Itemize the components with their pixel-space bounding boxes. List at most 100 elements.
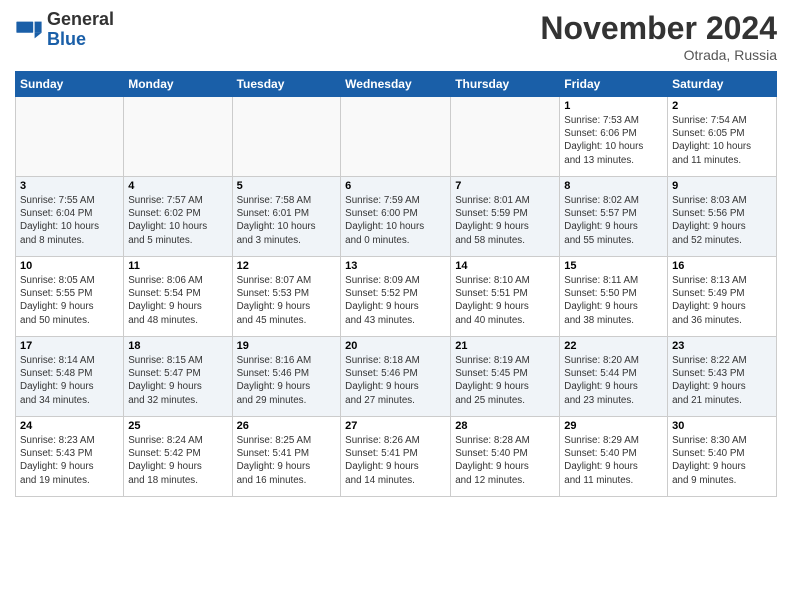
table-row: 24 Sunrise: 8:23 AMSunset: 5:43 PMDayligh… xyxy=(16,417,124,497)
page-header: General Blue November 2024 Otrada, Russi… xyxy=(15,10,777,63)
day-number: 21 xyxy=(455,340,555,352)
day-info: Sunrise: 8:28 AMSunset: 5:40 PMDaylight:… xyxy=(455,434,555,487)
table-row: 28 Sunrise: 8:28 AMSunset: 5:40 PMDayligh… xyxy=(451,417,560,497)
table-row: 6 Sunrise: 7:59 AMSunset: 6:00 PMDaylight… xyxy=(341,177,451,257)
day-number: 12 xyxy=(237,260,337,272)
table-row: 12Sunrise: 8:07 AMSunset: 5:53 PMDayligh… xyxy=(232,257,341,337)
table-row: 26Sunrise: 8:25 AMSunset: 5:41 PMDayligh… xyxy=(232,417,341,497)
day-number: 20 xyxy=(345,340,446,352)
logo-icon xyxy=(15,16,43,44)
table-row: 27 Sunrise: 8:26 AMSunset: 5:41 PMDayligh… xyxy=(341,417,451,497)
day-info: Sunrise: 7:57 AMSunset: 6:02 PMDaylight:… xyxy=(128,194,227,247)
calendar-week-row: 10 Sunrise: 8:05 AMSunset: 5:55 PMDayligh… xyxy=(16,257,777,337)
table-row xyxy=(16,97,124,177)
table-row: 15Sunrise: 8:11 AMSunset: 5:50 PMDayligh… xyxy=(560,257,668,337)
day-info: Sunrise: 8:02 AMSunset: 5:57 PMDaylight:… xyxy=(564,194,663,247)
table-row: 16 Sunrise: 8:13 AMSunset: 5:49 PMDayligh… xyxy=(668,257,777,337)
col-wednesday: Wednesday xyxy=(341,72,451,97)
day-info: Sunrise: 7:53 AMSunset: 6:06 PMDaylight:… xyxy=(564,114,663,167)
table-row: 13Sunrise: 8:09 AMSunset: 5:52 PMDayligh… xyxy=(341,257,451,337)
location: Otrada, Russia xyxy=(540,47,777,63)
day-info: Sunrise: 7:58 AMSunset: 6:01 PMDaylight:… xyxy=(237,194,337,247)
day-number: 22 xyxy=(564,340,663,352)
day-number: 11 xyxy=(128,260,227,272)
table-row: 3Sunrise: 7:55 AMSunset: 6:04 PMDaylight… xyxy=(16,177,124,257)
page-container: General Blue November 2024 Otrada, Russi… xyxy=(0,0,792,507)
table-row: 17Sunrise: 8:14 AMSunset: 5:48 PMDayligh… xyxy=(16,337,124,417)
col-thursday: Thursday xyxy=(451,72,560,97)
day-info: Sunrise: 8:19 AMSunset: 5:45 PMDaylight:… xyxy=(455,354,555,407)
day-info: Sunrise: 7:59 AMSunset: 6:00 PMDaylight:… xyxy=(345,194,446,247)
calendar-week-row: 1 Sunrise: 7:53 AMSunset: 6:06 PMDaylight… xyxy=(16,97,777,177)
day-number: 30 xyxy=(672,420,772,432)
table-row: 1 Sunrise: 7:53 AMSunset: 6:06 PMDaylight… xyxy=(560,97,668,177)
calendar-week-row: 3Sunrise: 7:55 AMSunset: 6:04 PMDaylight… xyxy=(16,177,777,257)
day-number: 15 xyxy=(564,260,663,272)
day-number: 27 xyxy=(345,420,446,432)
day-number: 8 xyxy=(564,180,663,192)
day-number: 24 xyxy=(20,420,119,432)
day-info: Sunrise: 8:18 AMSunset: 5:46 PMDaylight:… xyxy=(345,354,446,407)
day-number: 17 xyxy=(20,340,119,352)
logo-blue: Blue xyxy=(47,29,86,49)
day-number: 13 xyxy=(345,260,446,272)
calendar-week-row: 17Sunrise: 8:14 AMSunset: 5:48 PMDayligh… xyxy=(16,337,777,417)
day-info: Sunrise: 7:54 AMSunset: 6:05 PMDaylight:… xyxy=(672,114,772,167)
calendar-week-row: 24 Sunrise: 8:23 AMSunset: 5:43 PMDayligh… xyxy=(16,417,777,497)
col-monday: Monday xyxy=(124,72,232,97)
day-number: 4 xyxy=(128,180,227,192)
table-row xyxy=(232,97,341,177)
day-info: Sunrise: 8:01 AMSunset: 5:59 PMDaylight:… xyxy=(455,194,555,247)
day-number: 19 xyxy=(237,340,337,352)
day-number: 28 xyxy=(455,420,555,432)
table-row: 14 Sunrise: 8:10 AMSunset: 5:51 PMDayligh… xyxy=(451,257,560,337)
table-row: 7 Sunrise: 8:01 AMSunset: 5:59 PMDaylight… xyxy=(451,177,560,257)
day-info: Sunrise: 8:13 AMSunset: 5:49 PMDaylight:… xyxy=(672,274,772,327)
logo-text: General Blue xyxy=(47,10,114,50)
table-row: 4 Sunrise: 7:57 AMSunset: 6:02 PMDaylight… xyxy=(124,177,232,257)
day-info: Sunrise: 8:23 AMSunset: 5:43 PMDaylight:… xyxy=(20,434,119,487)
table-row xyxy=(341,97,451,177)
day-info: Sunrise: 8:15 AMSunset: 5:47 PMDaylight:… xyxy=(128,354,227,407)
day-number: 29 xyxy=(564,420,663,432)
day-number: 1 xyxy=(564,100,663,112)
day-info: Sunrise: 8:24 AMSunset: 5:42 PMDaylight:… xyxy=(128,434,227,487)
day-number: 23 xyxy=(672,340,772,352)
table-row: 11 Sunrise: 8:06 AMSunset: 5:54 PMDayligh… xyxy=(124,257,232,337)
day-info: Sunrise: 8:10 AMSunset: 5:51 PMDaylight:… xyxy=(455,274,555,327)
day-info: Sunrise: 8:06 AMSunset: 5:54 PMDaylight:… xyxy=(128,274,227,327)
day-info: Sunrise: 8:30 AMSunset: 5:40 PMDaylight:… xyxy=(672,434,772,487)
day-info: Sunrise: 8:22 AMSunset: 5:43 PMDaylight:… xyxy=(672,354,772,407)
table-row: 25 Sunrise: 8:24 AMSunset: 5:42 PMDayligh… xyxy=(124,417,232,497)
day-number: 2 xyxy=(672,100,772,112)
table-row: 23 Sunrise: 8:22 AMSunset: 5:43 PMDayligh… xyxy=(668,337,777,417)
day-info: Sunrise: 8:05 AMSunset: 5:55 PMDaylight:… xyxy=(20,274,119,327)
table-row: 19Sunrise: 8:16 AMSunset: 5:46 PMDayligh… xyxy=(232,337,341,417)
table-row: 20 Sunrise: 8:18 AMSunset: 5:46 PMDayligh… xyxy=(341,337,451,417)
title-block: November 2024 Otrada, Russia xyxy=(540,10,777,63)
day-number: 6 xyxy=(345,180,446,192)
table-row: 29 Sunrise: 8:29 AMSunset: 5:40 PMDayligh… xyxy=(560,417,668,497)
day-number: 14 xyxy=(455,260,555,272)
day-number: 3 xyxy=(20,180,119,192)
day-info: Sunrise: 8:29 AMSunset: 5:40 PMDaylight:… xyxy=(564,434,663,487)
table-row: 22Sunrise: 8:20 AMSunset: 5:44 PMDayligh… xyxy=(560,337,668,417)
day-number: 7 xyxy=(455,180,555,192)
day-number: 18 xyxy=(128,340,227,352)
logo: General Blue xyxy=(15,10,114,50)
table-row: 8 Sunrise: 8:02 AMSunset: 5:57 PMDaylight… xyxy=(560,177,668,257)
calendar-header-row: Sunday Monday Tuesday Wednesday Thursday… xyxy=(16,72,777,97)
day-number: 25 xyxy=(128,420,227,432)
day-info: Sunrise: 8:26 AMSunset: 5:41 PMDaylight:… xyxy=(345,434,446,487)
table-row: 9Sunrise: 8:03 AMSunset: 5:56 PMDaylight… xyxy=(668,177,777,257)
table-row: 18 Sunrise: 8:15 AMSunset: 5:47 PMDayligh… xyxy=(124,337,232,417)
col-saturday: Saturday xyxy=(668,72,777,97)
col-friday: Friday xyxy=(560,72,668,97)
table-row: 2 Sunrise: 7:54 AMSunset: 6:05 PMDaylight… xyxy=(668,97,777,177)
day-number: 9 xyxy=(672,180,772,192)
day-number: 10 xyxy=(20,260,119,272)
day-number: 5 xyxy=(237,180,337,192)
col-sunday: Sunday xyxy=(16,72,124,97)
col-tuesday: Tuesday xyxy=(232,72,341,97)
day-number: 16 xyxy=(672,260,772,272)
